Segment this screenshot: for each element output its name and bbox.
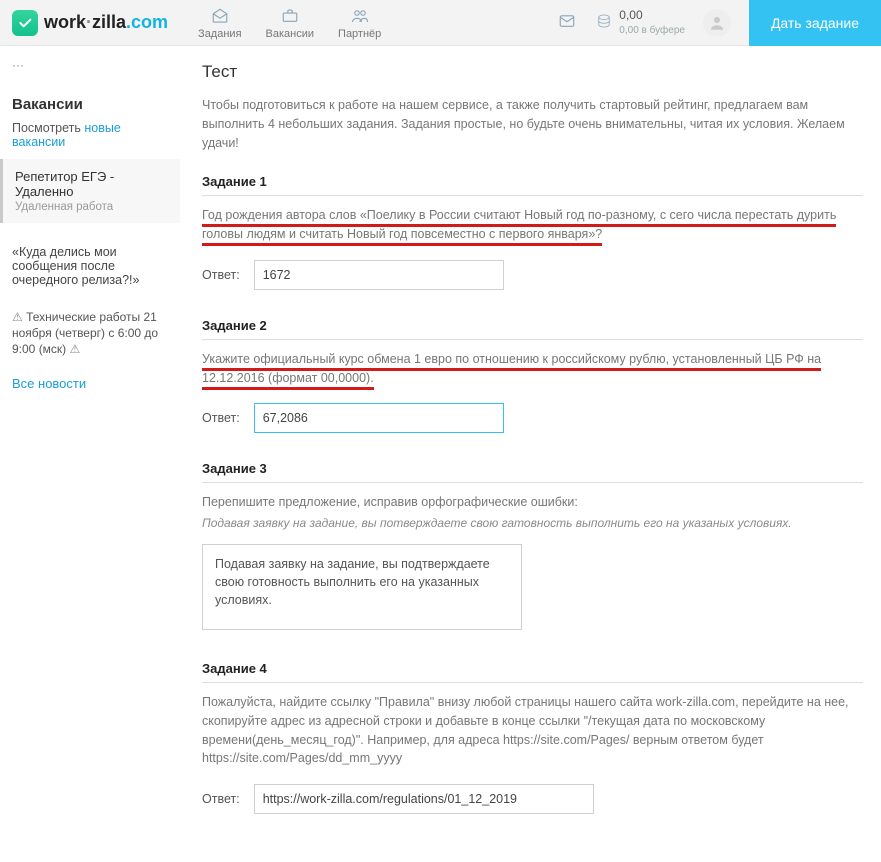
sidebar-quote[interactable]: «Куда делись мои сообщения после очередн… (12, 245, 168, 287)
task-4: Задание 4 Пожалуйста, найдите ссылку "Пр… (202, 661, 863, 814)
warning-icon: ⚠ (70, 342, 81, 356)
header-right: 0,00 0,00 в буфере Дать задание (557, 0, 881, 46)
warning-icon: ⚠ (12, 310, 23, 324)
coins-icon (595, 12, 613, 33)
task-question: Перепишите предложение, исправив орфогра… (202, 493, 863, 512)
task-title: Задание 1 (202, 174, 863, 196)
answer-label: Ответ: (202, 411, 240, 425)
task-title: Задание 4 (202, 661, 863, 683)
task-question: Укажите официальный курс обмена 1 евро п… (202, 352, 821, 390)
balance-text: 0,00 0,00 в буфере (619, 9, 685, 35)
task-title: Задание 2 (202, 318, 863, 340)
task-1: Задание 1 Год рождения автора слов «Поел… (202, 174, 863, 290)
page-title: Тест (202, 62, 863, 82)
logo-check-icon (12, 10, 38, 36)
answer-row: Ответ: (202, 784, 863, 814)
task-3: Задание 3 Перепишите предложение, исправ… (202, 461, 863, 633)
balance-widget[interactable]: 0,00 0,00 в буфере (595, 9, 685, 35)
task-question: Пожалуйста, найдите ссылку "Правила" вни… (202, 695, 849, 765)
intro-text: Чтобы подготовиться к работе на нашем се… (202, 96, 863, 152)
answer-input-1[interactable] (254, 260, 504, 290)
logo[interactable]: work·zilla.com (12, 10, 168, 36)
task-title: Задание 3 (202, 461, 863, 483)
nav-label: Партнёр (338, 28, 381, 40)
nav-tasks[interactable]: Задания (198, 6, 241, 40)
nav-partner[interactable]: Партнёр (338, 6, 381, 40)
task-sample: Подавая заявку на задание, вы потверждае… (202, 516, 863, 530)
sidebar-vacancies-title: Вакансии (12, 96, 168, 113)
nav-label: Вакансии (266, 28, 315, 40)
sidebar: ··· Вакансии Посмотреть новые вакансии Р… (0, 46, 180, 862)
all-news-link[interactable]: Все новости (12, 376, 86, 391)
task-2: Задание 2 Укажите официальный курс обмен… (202, 318, 863, 434)
vacancy-sub: Удаленная работа (15, 201, 168, 213)
answer-input-4[interactable] (254, 784, 594, 814)
vacancy-title: Репетитор ЕГЭ - Удаленно (15, 169, 168, 199)
logo-text: work·zilla.com (44, 12, 168, 33)
nav-vacancies[interactable]: Вакансии (266, 6, 315, 40)
create-task-button[interactable]: Дать задание (749, 0, 881, 46)
answer-row: Ответ: (202, 403, 863, 433)
messages-icon[interactable] (557, 12, 577, 33)
sidebar-cut-text: ··· (12, 58, 168, 72)
answer-label: Ответ: (202, 268, 240, 282)
task-question: Год рождения автора слов «Поелику в Росс… (202, 208, 836, 246)
main-content: Тест Чтобы подготовиться к работе на наш… (180, 46, 881, 862)
header-nav: Задания Вакансии Партнёр (198, 6, 381, 40)
nav-label: Задания (198, 28, 241, 40)
people-icon (338, 6, 381, 26)
answer-input-2[interactable] (254, 403, 504, 433)
envelope-open-icon (198, 6, 241, 26)
sidebar-vac-look: Посмотреть новые вакансии (12, 121, 168, 149)
app-header: work·zilla.com Задания Вакансии Партнёр (0, 0, 881, 46)
avatar[interactable] (703, 9, 731, 37)
answer-row: Ответ: (202, 260, 863, 290)
sidebar-vacancy-card[interactable]: Репетитор ЕГЭ - Удаленно Удаленная работ… (0, 159, 180, 223)
sidebar-maintenance: ⚠ Технические работы 21 ноября (четверг)… (12, 309, 168, 358)
answer-textarea-3[interactable]: Подавая заявку на задание, вы подтвержда… (202, 544, 522, 630)
briefcase-icon (266, 6, 315, 26)
answer-label: Ответ: (202, 792, 240, 806)
